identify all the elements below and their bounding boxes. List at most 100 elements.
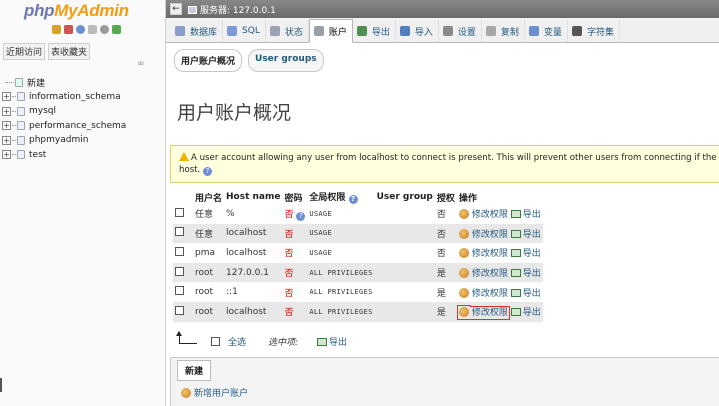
logout-icon[interactable] [64,25,73,34]
docs-icon[interactable] [88,25,97,34]
user-group-cell [374,243,435,263]
user-group-cell [374,223,435,244]
row-checkbox[interactable] [175,266,184,276]
tab-wrench[interactable]: 设置 [439,20,482,42]
main-tabs: 数据库 SQL 状态 账户 导出 导入 设置 复制 变量 字符集 [166,18,719,43]
recent-tables-button[interactable]: 近期访问 [3,43,46,60]
subtab-user-overview[interactable]: 用户账户概况 [174,49,243,72]
warning-notice: A user account allowing any user from lo… [170,145,719,183]
table-header-row: 用户名 Host name 密码 全局权限 ? User group 授权 操作 [173,190,543,204]
variables-icon [528,26,539,36]
edit-privileges-icon [458,228,469,239]
export-link[interactable]: 导出 [510,308,541,318]
edit-privileges-link[interactable]: 修改权限 [458,209,508,220]
help-icon[interactable]: ? [348,195,358,204]
tab-charset[interactable]: 字符集 [568,20,620,42]
tab-label: 变量 [543,27,562,38]
tab-database[interactable]: 数据库 [171,20,224,42]
expand-icon[interactable]: + [2,106,11,116]
add-user-link[interactable]: 新增用户账户 [181,386,248,399]
row-checkbox[interactable] [175,305,184,315]
row-checkbox[interactable] [175,207,184,217]
expand-icon[interactable]: + [2,135,11,145]
charset-icon [571,26,582,36]
server-breadcrumb-bar: ← 服务器: 127.0.0.1 [166,0,719,18]
edit-privileges-link[interactable]: 修改权限 [458,287,508,299]
tab-label: 数据库 [190,27,218,38]
navigation-panel: phpMyAdmin 近期访问 表收藏夹 ∞ 新建 + information_… [0,0,166,406]
tree-item-database[interactable]: + mysql [2,104,126,119]
row-checkbox[interactable] [175,227,184,237]
server-breadcrumb[interactable]: 服务器: 127.0.0.1 [188,3,276,16]
phpmyadmin-logo[interactable]: phpMyAdmin [24,1,129,21]
grant-cell: 是 [434,282,457,302]
edit-privileges-link[interactable]: 修改权限 [456,306,510,321]
export-icon [510,288,521,297]
warning-icon [179,152,189,161]
table-row: 任意 localhost 否 USAGE 否修改权限 导出 [173,223,543,244]
tab-sql[interactable]: SQL [223,20,266,42]
tab-variables[interactable]: 变量 [525,20,568,42]
row-checkbox-cell [173,204,193,224]
tree-item-new[interactable]: 新建 [2,75,126,90]
help-icon[interactable] [76,25,85,34]
user-accounts-table: 用户名 Host name 密码 全局权限 ? User group 授权 操作… [173,190,543,322]
export-link[interactable]: 导出 [510,269,541,279]
action-cell: 修改权限 导出 [456,262,543,283]
action-cell: 修改权限 导出 [456,243,543,263]
check-all-label[interactable]: 全选 [228,335,246,348]
privileges-cell: USAGE [307,204,375,224]
tree-item-database[interactable]: + performance_schema [2,119,126,134]
collapse-nav-button[interactable]: ← [170,3,182,15]
database-icon [17,150,25,160]
edit-privileges-link[interactable]: 修改权限 [458,228,508,240]
host-cell: % [224,204,283,224]
expand-icon[interactable]: + [2,92,11,102]
select-arrow-icon [176,331,197,344]
export-link[interactable]: 导出 [510,288,541,299]
row-checkbox-cell [173,262,193,283]
home-icon[interactable] [52,25,61,34]
tree-item-database[interactable]: + information_schema [2,90,126,105]
row-checkbox[interactable] [175,246,184,256]
export-link[interactable]: 导出 [510,210,541,220]
check-all-control[interactable]: 全选 [211,335,246,348]
tab-users[interactable]: 账户 [308,19,353,43]
user-group-cell [374,262,435,283]
grant-cell: 是 [434,301,457,322]
action-cell: 修改权限 导出 [456,204,543,224]
privileges-cell: ALL PRIVILEGES [307,301,375,322]
row-checkbox[interactable] [175,286,184,296]
settings-icon[interactable] [100,25,109,34]
expand-icon[interactable]: + [2,150,11,160]
bulk-export-button[interactable]: 导出 [317,335,347,348]
host-cell: localhost [224,301,283,322]
tree-item-database[interactable]: + phpmyadmin [2,133,126,148]
help-icon[interactable]: ? [296,211,306,221]
check-all-checkbox[interactable] [211,337,220,346]
tab-import[interactable]: 导入 [396,20,439,42]
tab-replication[interactable]: 复制 [482,20,525,42]
subtab-user-groups[interactable]: User groups [248,49,324,72]
password-cell: 否 ? [282,204,308,224]
tab-status[interactable]: 状态 [266,20,309,42]
page-title: 用户账户概况 [177,102,292,124]
tree-item-database[interactable]: + test [2,148,126,163]
password-cell: 否 [282,262,308,283]
export-icon [510,269,521,278]
expand-icon[interactable]: + [2,121,11,131]
tab-export[interactable]: 导出 [353,20,396,42]
reload-icon[interactable] [112,25,121,34]
nav-icon-bar [52,25,121,34]
export-link[interactable]: 导出 [510,229,541,240]
favorite-tables-button[interactable]: 表收藏夹 [48,43,91,60]
panel-resize-handle[interactable] [0,378,2,392]
privileges-cell: USAGE [307,223,375,244]
database-icon [17,92,25,102]
help-icon[interactable]: ? [203,167,213,176]
edit-privileges-link[interactable]: 修改权限 [458,248,508,259]
export-link[interactable]: 导出 [510,249,541,259]
database-icon [175,26,185,36]
edit-privileges-link[interactable]: 修改权限 [458,268,508,279]
link-with-main-icon[interactable]: ∞ [137,59,145,69]
